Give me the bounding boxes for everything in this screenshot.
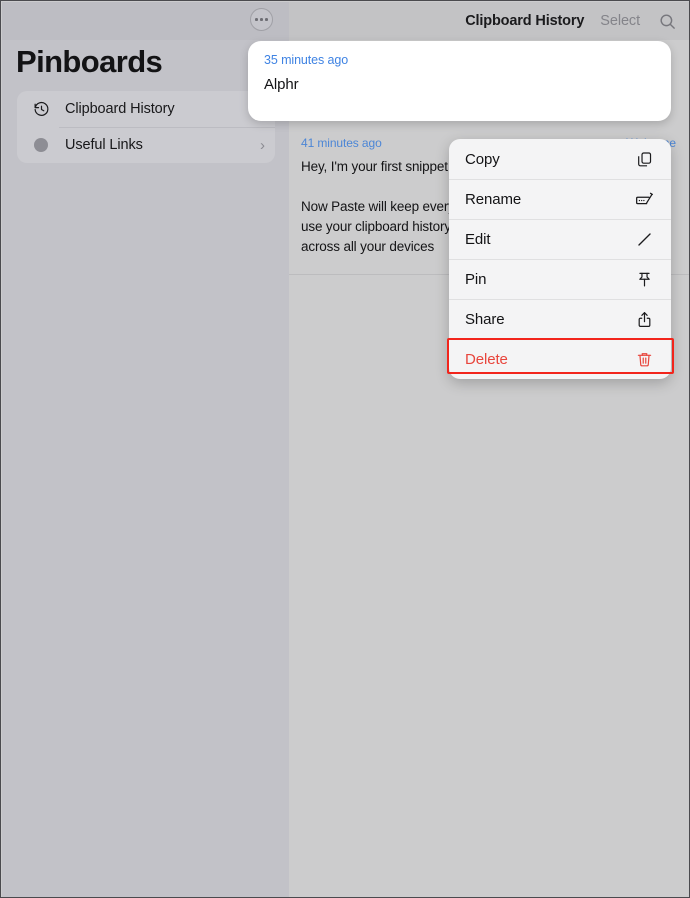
- menu-item-delete[interactable]: Delete: [449, 339, 671, 379]
- menu-item-label: Edit: [465, 230, 491, 248]
- card-time: 35 minutes ago: [264, 53, 349, 67]
- app-window: Pinboards Clipboard History Useful Links…: [0, 0, 690, 898]
- menu-item-label: Rename: [465, 190, 522, 208]
- page-title: Pinboards: [16, 44, 163, 79]
- copy-icon: [633, 148, 655, 170]
- content-title: Clipboard History: [465, 13, 585, 29]
- select-button[interactable]: Select: [600, 13, 640, 29]
- menu-item-pin[interactable]: Pin: [449, 259, 671, 299]
- menu-item-label: Copy: [465, 150, 500, 168]
- menu-item-label: Delete: [465, 350, 508, 368]
- more-options-button[interactable]: [250, 8, 273, 31]
- clock-arrow-icon: [31, 99, 51, 119]
- share-icon: [633, 308, 655, 330]
- card-value: Alphr: [264, 76, 299, 93]
- circle-dot-icon: [31, 135, 51, 155]
- trash-icon: [633, 348, 655, 370]
- menu-item-label: Share: [465, 310, 505, 328]
- sidebar-item-useful-links[interactable]: Useful Links ›: [17, 127, 275, 163]
- sidebar-item-label: Useful Links: [65, 137, 143, 153]
- search-icon[interactable]: [656, 10, 678, 32]
- menu-item-label: Pin: [465, 270, 487, 288]
- sidebar-item-label: Clipboard History: [65, 101, 175, 117]
- pencil-icon: [633, 228, 655, 250]
- sidebar: Pinboards Clipboard History Useful Links…: [2, 2, 289, 897]
- menu-item-rename[interactable]: Rename: [449, 179, 671, 219]
- context-menu: Copy Rename Edit Pin Share Delete: [449, 139, 671, 379]
- menu-item-share[interactable]: Share: [449, 299, 671, 339]
- content-panel: Clipboard History Select 41 minutes ago …: [289, 2, 689, 897]
- menu-item-copy[interactable]: Copy: [449, 139, 671, 179]
- clipboard-item-card[interactable]: 35 minutes ago Alphr: [248, 41, 671, 121]
- content-toolbar: Clipboard History Select: [289, 2, 689, 40]
- menu-item-edit[interactable]: Edit: [449, 219, 671, 259]
- chevron-right-icon: ›: [260, 136, 265, 154]
- sidebar-list: Clipboard History Useful Links ›: [17, 91, 275, 163]
- sidebar-toolbar: [2, 2, 289, 40]
- rename-icon: [633, 188, 655, 210]
- pin-icon: [633, 268, 655, 290]
- sidebar-item-clipboard-history[interactable]: Clipboard History: [17, 91, 275, 127]
- ellipsis-icon: [255, 18, 268, 21]
